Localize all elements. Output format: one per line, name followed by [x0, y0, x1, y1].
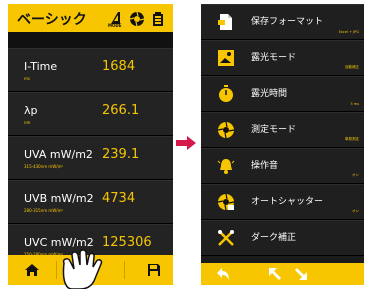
menu-item-label: ダーク補正	[251, 233, 297, 243]
row-label: UVB mW/m2	[24, 192, 94, 205]
row-label: UVA mW/m2	[24, 148, 93, 161]
row-value: 4734	[102, 191, 136, 206]
row-label: I-Time	[24, 60, 58, 73]
menu-item-dark-correction[interactable]: ダーク補正	[201, 220, 364, 256]
menu-item-value: Excel + JPG	[338, 30, 359, 34]
arrow-up-left-icon[interactable]	[267, 267, 283, 281]
home-icon[interactable]	[24, 262, 40, 278]
row-label: λp	[24, 104, 38, 117]
basic-screen: ベーシック MODE I-Time ms 1684 λp nm 266.1 UV…	[8, 4, 173, 285]
row-unit: nm	[24, 120, 31, 125]
row-value: 1684	[102, 59, 136, 74]
menu-item-measure-mode[interactable]: 測定モード 単発測定	[201, 112, 364, 148]
row-label: UVC mW/m2	[24, 236, 94, 249]
menu-item-value: オン	[352, 173, 359, 177]
header-bar: ベーシック MODE	[8, 4, 173, 32]
menu-item-save-format[interactable]: 保存フォーマット Excel + JPG	[201, 4, 364, 40]
measurement-row-itime: I-Time ms 1684	[8, 48, 173, 92]
bell-icon	[217, 159, 235, 174]
menu-item-label: 露光時間	[251, 89, 288, 99]
screen-title: ベーシック	[17, 12, 87, 28]
arrow-down-right-icon[interactable]	[293, 267, 309, 281]
back-icon[interactable]	[215, 267, 231, 281]
measurement-row-uvb: UVB mW/m2 280-315nm mW/m² 4734	[8, 180, 173, 224]
menu-item-label: 保存フォーマット	[251, 17, 324, 27]
menu-item-exposure-mode[interactable]: 露光モード 自動補正	[201, 40, 364, 76]
measurement-row-peak-wavelength: λp nm 266.1	[8, 92, 173, 136]
menu-item-label: 操作音	[251, 161, 279, 171]
aperture-icon	[217, 121, 235, 139]
footer-divider	[56, 261, 57, 279]
measurement-row-uva: UVA mW/m2 315-430nm mW/m² 239.1	[8, 136, 173, 180]
subheader-bar	[8, 32, 173, 48]
tools-icon	[218, 230, 234, 246]
battery-icon	[153, 11, 163, 26]
menu-item-value: オン	[352, 209, 359, 213]
aperture-icon[interactable]	[129, 11, 145, 27]
transition-arrow-icon	[176, 136, 196, 150]
row-unit: ms	[24, 76, 30, 81]
menu-item-label: 測定モード	[251, 125, 297, 135]
exposure-icon	[218, 50, 234, 66]
menu-item-label: オートシャッター	[251, 197, 324, 207]
hand-pointer-icon	[62, 249, 103, 289]
document-icon	[218, 14, 232, 30]
mode-icon[interactable]: MODE	[108, 10, 124, 28]
menu-item-value: 単発測定	[345, 137, 359, 141]
timer-icon	[219, 85, 233, 102]
measurement-list: I-Time ms 1684 λp nm 266.1 UVA mW/m2 315…	[8, 48, 173, 268]
auto-shutter-icon	[217, 193, 235, 211]
menu-item-value: 3 ms	[350, 102, 359, 106]
menu-item-exposure-time[interactable]: 露光時間 3 ms	[201, 76, 364, 112]
row-value: 125306	[102, 235, 152, 250]
settings-screen: 保存フォーマット Excel + JPG 露光モード 自動補正 露光時間 3 m…	[201, 4, 364, 285]
row-unit: 280-315nm mW/m²	[24, 208, 64, 213]
row-value: 239.1	[102, 147, 140, 162]
settings-footer-toolbar	[201, 263, 364, 285]
menu-item-value: 自動補正	[345, 65, 359, 69]
row-value: 266.1	[102, 103, 140, 118]
footer-divider	[124, 261, 125, 279]
row-unit: 315-430nm mW/m²	[24, 164, 64, 169]
menu-item-auto-shutter[interactable]: オートシャッター オン	[201, 184, 364, 220]
menu-item-operation-sound[interactable]: 操作音 オン	[201, 148, 364, 184]
menu-item-label: 露光モード	[251, 53, 297, 63]
mode-caption: MODE	[108, 23, 122, 28]
save-icon[interactable]	[146, 262, 162, 278]
